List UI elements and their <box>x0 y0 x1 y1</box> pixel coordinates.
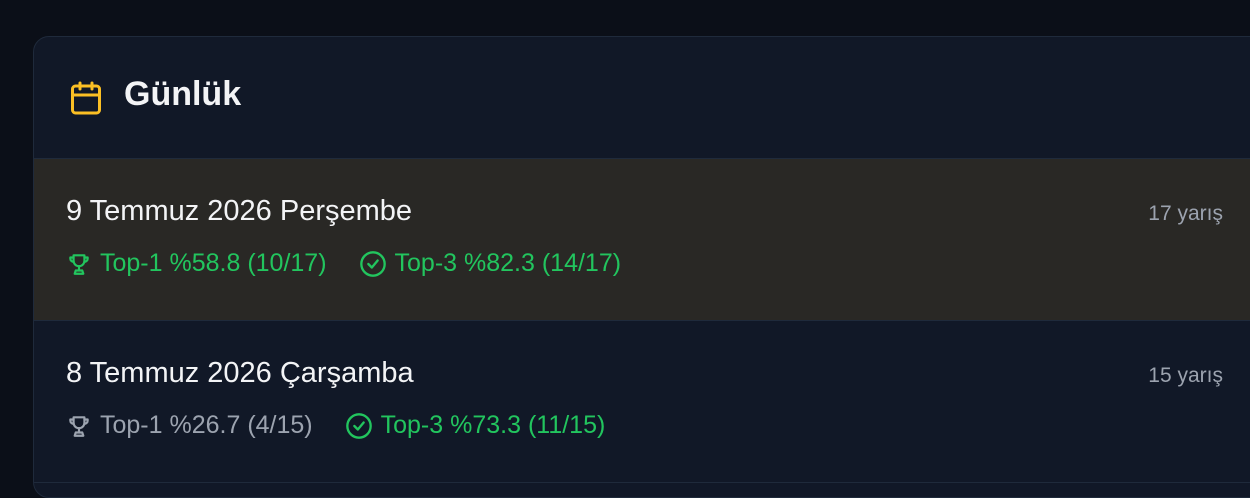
race-count: 15 yarış <box>1148 364 1223 387</box>
check-circle-icon <box>359 250 395 278</box>
day-date: 8 Temmuz 2026 Çarşamba <box>66 357 414 389</box>
card-title: Günlük <box>124 75 242 113</box>
trophy-icon <box>66 413 100 439</box>
day-row[interactable]: 8 Temmuz 2026 Çarşamba 15 yarış Top-1 %2… <box>34 321 1250 483</box>
calendar-icon <box>68 79 104 117</box>
top1-label: Top-1 %26.7 (4/15) <box>100 411 313 439</box>
race-count: 17 yarış <box>1148 202 1223 225</box>
day-stats: Top-1 %58.8 (10/17) Top-3 %82.3 (14/17) <box>66 249 621 278</box>
check-circle-icon <box>345 412 381 440</box>
top1-stat: Top-1 %26.7 (4/15) <box>66 411 313 440</box>
card-header: Günlük <box>34 37 1250 159</box>
day-row[interactable]: 9 Temmuz 2026 Perşembe 17 yarış Top-1 %5… <box>34 159 1250 321</box>
top3-stat: Top-3 %73.3 (11/15) <box>345 411 606 440</box>
top1-label: Top-1 %58.8 (10/17) <box>100 249 327 277</box>
top3-label: Top-3 %73.3 (11/15) <box>380 411 606 439</box>
top3-stat: Top-3 %82.3 (14/17) <box>359 249 622 278</box>
daily-card: Günlük 9 Temmuz 2026 Perşembe 17 yarış T… <box>33 36 1250 498</box>
top1-stat: Top-1 %58.8 (10/17) <box>66 249 327 278</box>
top3-label: Top-3 %82.3 (14/17) <box>394 249 622 277</box>
trophy-icon <box>66 251 100 277</box>
day-date: 9 Temmuz 2026 Perşembe <box>66 195 413 227</box>
day-stats: Top-1 %26.7 (4/15) Top-3 %73.3 (11/15) <box>66 411 605 440</box>
